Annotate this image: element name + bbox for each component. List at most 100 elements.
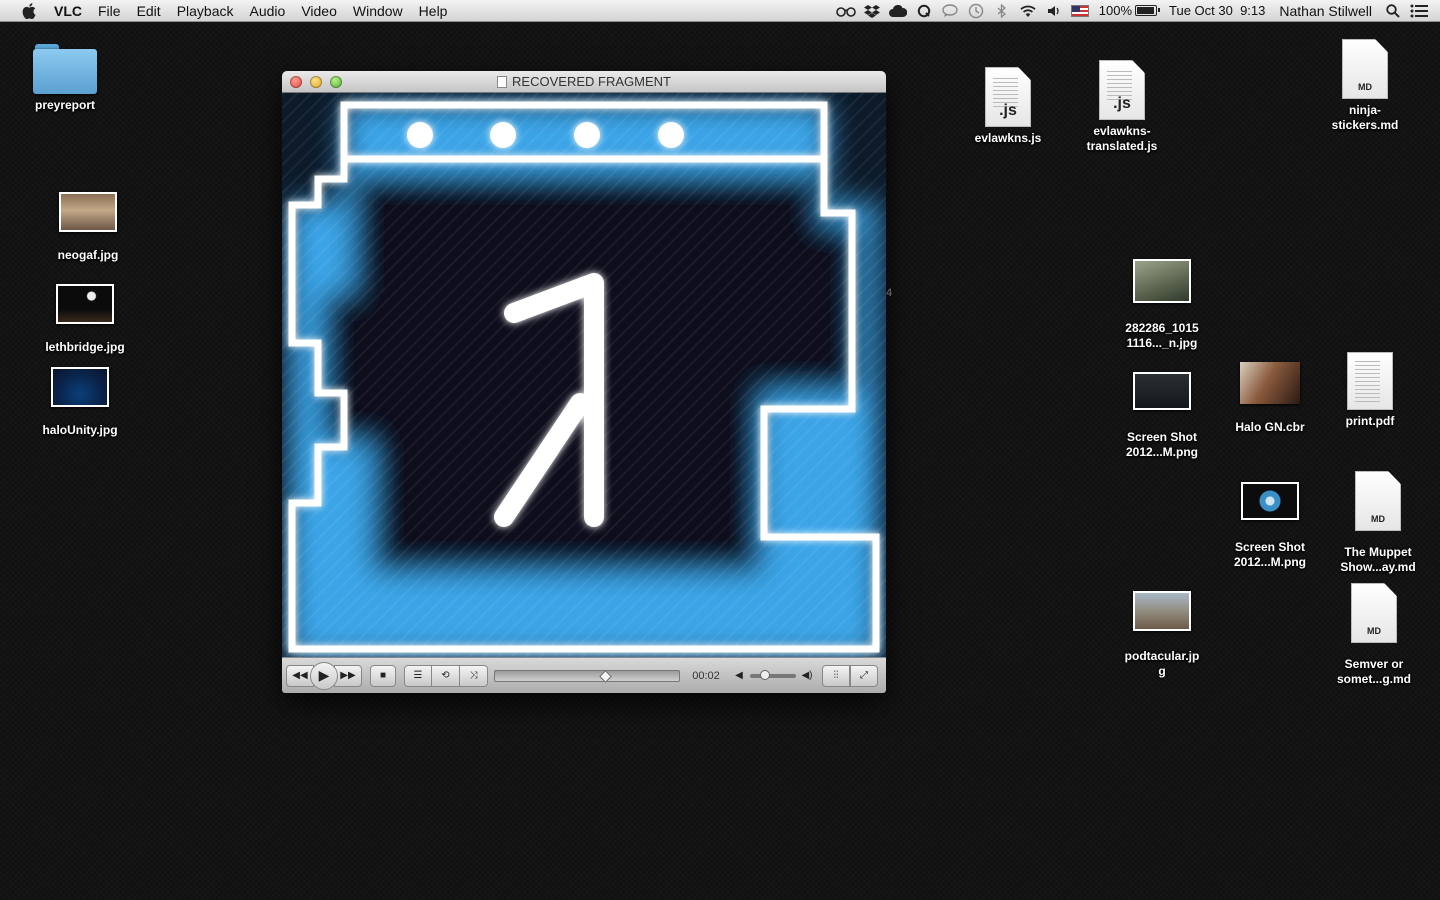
image-thumbnail-icon <box>51 367 109 407</box>
input-source-flag-icon[interactable] <box>1067 0 1093 22</box>
battery-percent: 100% <box>1098 3 1133 18</box>
window-titlebar[interactable]: RECOVERED FRAGMENT <box>282 71 886 93</box>
image-thumbnail-icon <box>59 192 117 232</box>
repeat-icon[interactable]: ⟲ <box>432 664 460 687</box>
elapsed-time[interactable]: 00:02 <box>680 670 732 682</box>
close-window-button[interactable] <box>290 75 302 88</box>
battery-icon <box>1135 5 1161 16</box>
image-thumbnail-icon <box>1133 591 1191 631</box>
comic-archive-icon <box>1240 362 1300 404</box>
menu-clock[interactable]: Tue Oct 30 9:13 <box>1163 3 1271 18</box>
desktop-item-print-pdf[interactable]: print.pdf <box>1315 352 1425 429</box>
volume-slider[interactable] <box>750 669 796 680</box>
window-controls <box>290 75 342 88</box>
desktop-item-podtacular[interactable]: podtacular.jp g <box>1107 591 1217 679</box>
desktop-item-halounity[interactable]: haloUnity.jpg <box>25 367 135 438</box>
window-title: RECOVERED FRAGMENT <box>282 74 886 89</box>
js-file-icon: .js <box>985 67 1031 127</box>
desktop-item-evlawkns-js[interactable]: .js evlawkns.js <box>953 67 1063 146</box>
notification-center-icon[interactable] <box>1406 0 1432 22</box>
menu-help[interactable]: Help <box>411 0 456 22</box>
fast-forward-icon[interactable]: ▶▶ <box>334 664 362 687</box>
menu-file[interactable]: File <box>90 0 129 22</box>
glasses-icon[interactable] <box>833 0 859 22</box>
seek-bar[interactable] <box>494 669 680 683</box>
volume-icon[interactable] <box>1041 0 1067 22</box>
zoom-window-button[interactable] <box>330 75 342 88</box>
window-title-text: RECOVERED FRAGMENT <box>512 74 671 89</box>
playlist-icon[interactable]: ☰ <box>404 664 432 687</box>
js-file-icon: .js <box>1099 60 1145 120</box>
desktop-item-label: print.pdf <box>1345 414 1395 428</box>
apple-menu-icon[interactable] <box>16 2 42 19</box>
spotlight-search-icon[interactable] <box>1380 0 1406 22</box>
obscured-desktop-label: 4 <box>886 287 893 299</box>
menu-video[interactable]: Video <box>293 0 345 22</box>
desktop-item-halo-gn[interactable]: Halo GN.cbr <box>1215 362 1325 435</box>
time-machine-icon[interactable] <box>963 0 989 22</box>
desktop-item-label: Semver or somet...g.md <box>1336 657 1411 686</box>
image-thumbnail-icon <box>1241 482 1299 520</box>
video-content-lambda-logo <box>282 93 886 657</box>
playback-controls: ◀◀ ▶ ▶▶ ■ ☰ ⟲ ⤨ 00:02 ◀ ◀) ⫶⫶ ⤢ <box>282 657 886 693</box>
seek-bar-thumb[interactable] <box>598 669 612 683</box>
bluetooth-icon[interactable] <box>989 0 1015 22</box>
desktop-item-label: Halo GN.cbr <box>1235 420 1305 434</box>
desktop-item-semver[interactable]: MD Semver or somet...g.md <box>1319 583 1429 687</box>
folder-icon <box>33 44 97 94</box>
fullscreen-icon[interactable]: ⤢ <box>850 664 878 687</box>
desktop-item-lethbridge[interactable]: lethbridge.jpg <box>30 284 140 355</box>
cloud-icon[interactable] <box>885 0 911 22</box>
pdf-file-icon <box>1347 352 1393 410</box>
desktop-item-screenshot-a[interactable]: Screen Shot 2012...M.png <box>1107 372 1217 460</box>
desktop-item-label: Screen Shot 2012...M.png <box>1125 430 1199 459</box>
desktop-item-label: evlawkns-translated.js <box>1086 124 1158 153</box>
desktop-item-preyreport[interactable]: preyreport <box>10 44 120 113</box>
play-icon[interactable]: ▶ <box>310 661 338 690</box>
battery-status[interactable]: 100% <box>1093 3 1163 18</box>
chat-icon[interactable] <box>937 0 963 22</box>
volume-slider-thumb[interactable] <box>760 669 770 680</box>
desktop-item-label: preyreport <box>34 98 96 112</box>
desktop-item-label: The Muppet Show...ay.md <box>1340 545 1416 574</box>
volume-mute-icon[interactable]: ◀ <box>732 670 746 681</box>
desktop-item-label: haloUnity.jpg <box>42 423 118 437</box>
md-file-icon: MD <box>1342 39 1388 99</box>
desktop-item-label: ninja-stickers.md <box>1331 103 1399 132</box>
user-name[interactable]: Nathan Stilwell <box>1271 3 1380 19</box>
desktop-item-photo-282286[interactable]: 282286_1015 1116..._n.jpg <box>1107 259 1217 351</box>
desktop-item-label: evlawkns.js <box>974 131 1042 145</box>
desktop-item-label: lethbridge.jpg <box>45 340 125 354</box>
wifi-icon[interactable] <box>1015 0 1041 22</box>
shuffle-icon[interactable]: ⤨ <box>460 664 488 687</box>
battery-level <box>1137 7 1155 14</box>
equalizer-icon[interactable]: ⫶⫶ <box>822 664 850 687</box>
desktop-item-ninja-stickers[interactable]: MD ninja-stickers.md <box>1310 39 1420 133</box>
menu-audio[interactable]: Audio <box>242 0 294 22</box>
desktop-item-screenshot-b[interactable]: Screen Shot 2012...M.png <box>1215 482 1325 570</box>
desktop-item-label: neogaf.jpg <box>57 248 119 262</box>
video-frame[interactable] <box>282 93 886 657</box>
volume-max-icon[interactable]: ◀) <box>800 670 814 681</box>
status-tray: 100% Tue Oct 30 9:13 Nathan Stilwell <box>833 0 1440 22</box>
quicksilver-icon[interactable] <box>911 0 937 22</box>
image-thumbnail-icon <box>1133 259 1191 303</box>
desktop-item-neogaf[interactable]: neogaf.jpg <box>33 192 143 263</box>
desktop-item-muppet-show[interactable]: MD The Muppet Show...ay.md <box>1323 471 1433 575</box>
menu-app-vlc[interactable]: VLC <box>46 0 90 22</box>
desktop-item-evlawkns-translated[interactable]: .js evlawkns-translated.js <box>1067 60 1177 154</box>
stop-icon[interactable]: ■ <box>370 664 396 687</box>
menu-edit[interactable]: Edit <box>129 0 169 22</box>
desktop-item-label: podtacular.jp g <box>1124 649 1200 678</box>
menu-window[interactable]: Window <box>345 0 411 22</box>
desktop-item-label: Screen Shot 2012...M.png <box>1233 540 1307 569</box>
md-file-icon: MD <box>1355 471 1401 531</box>
md-file-icon: MD <box>1351 583 1397 643</box>
desktop-item-label: 282286_1015 1116..._n.jpg <box>1125 321 1199 350</box>
minimize-window-button[interactable] <box>310 75 322 88</box>
image-thumbnail-icon <box>56 284 114 324</box>
document-proxy-icon <box>497 75 508 88</box>
menu-playback[interactable]: Playback <box>169 0 242 22</box>
image-thumbnail-icon <box>1133 372 1191 410</box>
dropbox-icon[interactable] <box>859 0 885 22</box>
